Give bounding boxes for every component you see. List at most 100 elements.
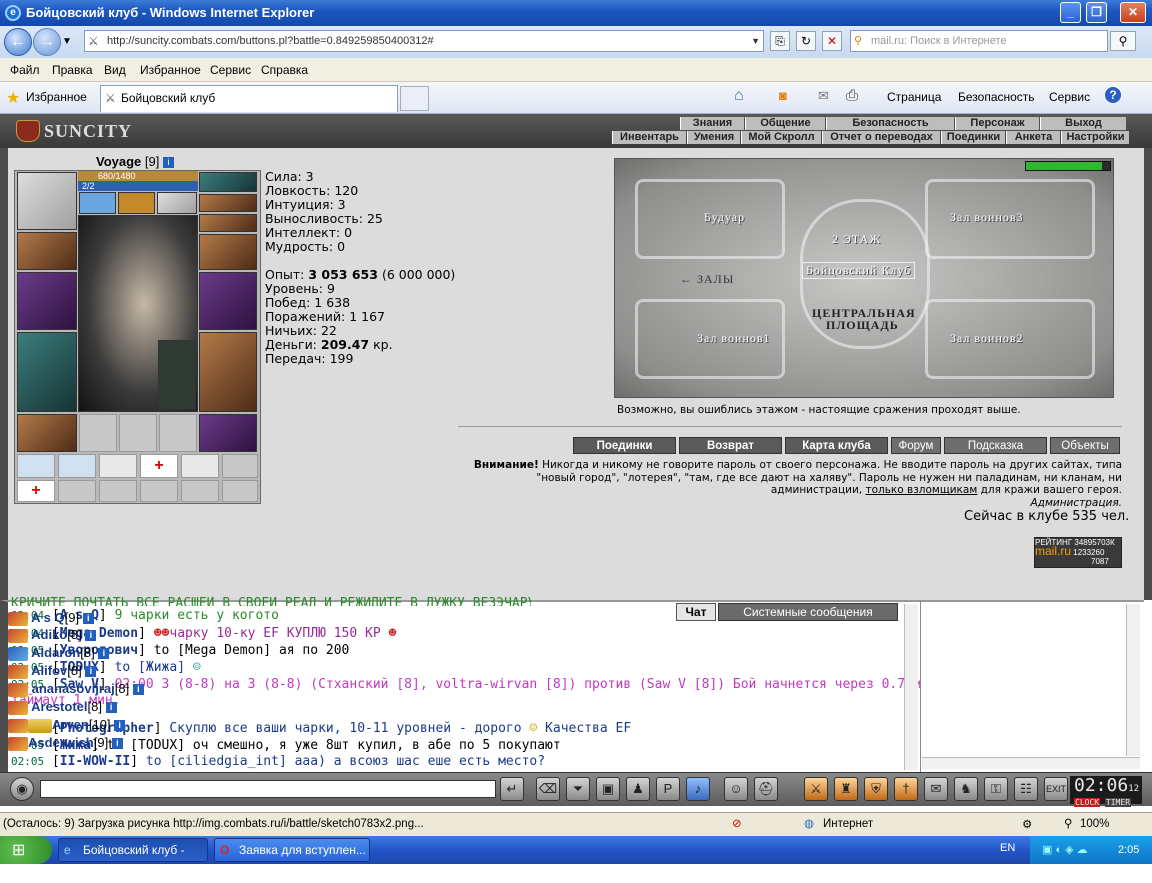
cmd-tools[interactable]: Сервис xyxy=(1049,90,1090,104)
start-button[interactable]: ⊞ xyxy=(0,836,52,864)
nav-knowledge[interactable]: Знания xyxy=(680,117,744,130)
save-log-icon[interactable]: ▣ xyxy=(596,777,620,801)
maximize-button[interactable]: ❐ xyxy=(1086,2,1107,23)
people-icon[interactable]: ☷ xyxy=(1014,777,1038,801)
scroll-slot-8[interactable] xyxy=(58,480,96,502)
scroll-slot-2[interactable] xyxy=(58,454,96,478)
taskbar-opera[interactable]: O Заявка для вступлен... xyxy=(214,838,370,862)
shield-icon[interactable]: ⛨ xyxy=(864,777,888,801)
search-input[interactable]: ⚲ mail.ru: Поиск в Интернете xyxy=(850,30,1108,52)
battles-button[interactable]: Поединки xyxy=(573,437,676,454)
cmd-safety[interactable]: Безопасность xyxy=(958,90,1035,104)
amulet-slot[interactable] xyxy=(199,172,257,192)
room-fight-club[interactable]: Бойцовский Клуб xyxy=(802,262,916,279)
feeds-icon[interactable]: ◙ xyxy=(779,88,787,103)
subnav-skills[interactable]: Умения xyxy=(687,131,740,144)
favorites-star-icon[interactable]: ★ xyxy=(6,88,20,108)
bracers-slot[interactable] xyxy=(17,232,77,270)
ring-slot-row[interactable] xyxy=(199,194,257,212)
subnav-inventory[interactable]: Инвентарь xyxy=(612,131,686,144)
chat-tab[interactable]: Чат xyxy=(676,603,716,621)
nav-character[interactable]: Персонаж xyxy=(955,117,1039,130)
mailru-rating-counter[interactable]: РЕЙТИНГ 34895703К mail.ru 1233260 7087 xyxy=(1034,537,1122,568)
knight-icon[interactable]: ♞ xyxy=(954,777,978,801)
nav-exit[interactable]: Выход xyxy=(1040,117,1126,130)
rune-slot-3[interactable] xyxy=(157,192,197,214)
scroll-slot-12[interactable] xyxy=(222,480,258,502)
room-warriors-1[interactable]: Зал воинов1 xyxy=(697,331,771,346)
online-users-panel[interactable] xyxy=(920,600,1144,772)
scroll-slot-3[interactable] xyxy=(99,454,137,478)
room-halls[interactable]: ← ЗАЛЫ xyxy=(680,272,734,287)
menu-help[interactable]: Справка xyxy=(261,63,308,77)
user-entry[interactable]: Asderwish[9] i xyxy=(8,735,123,751)
return-button[interactable]: Возврат xyxy=(679,437,782,454)
chat-mode-icon[interactable]: ◉ xyxy=(10,777,34,801)
taskbar-ie[interactable]: e Бойцовский клуб - Wi... xyxy=(58,838,208,879)
new-tab-button[interactable] xyxy=(400,86,429,111)
user-entry[interactable]: A s Q[9] i xyxy=(8,610,94,626)
lock-icon[interactable]: ⚿ xyxy=(984,777,1008,801)
blocked-icon[interactable]: ⊘ xyxy=(732,816,742,830)
subnav-profile[interactable]: Анкета xyxy=(1006,131,1060,144)
tray-icons[interactable]: ▣ ◐ ◈ ☁ xyxy=(1042,836,1088,864)
scroll-slot-9[interactable] xyxy=(99,480,137,502)
nav-security[interactable]: Безопасность xyxy=(826,117,954,130)
heal-scroll-slot[interactable]: + xyxy=(140,454,178,478)
ring-slot-row-2[interactable] xyxy=(199,214,257,232)
attack-icon[interactable]: ⚔ xyxy=(804,777,828,801)
system-messages-tab[interactable]: Системные сообщения xyxy=(718,603,898,621)
user-entry[interactable]: Arven[10] i xyxy=(8,717,126,733)
language-indicator[interactable]: EN xyxy=(1000,842,1015,854)
cmd-page[interactable]: Страница xyxy=(887,90,941,104)
weapon-left-slot[interactable] xyxy=(17,272,77,330)
protected-mode-icon[interactable]: ⚙ xyxy=(1022,817,1032,831)
pet-slot[interactable] xyxy=(158,340,196,410)
subnav-transfer-report[interactable]: Отчет о переводах xyxy=(822,131,940,144)
user-entry[interactable]: Arestotel[8] i xyxy=(8,699,117,715)
chat-scrollbar[interactable] xyxy=(904,604,918,770)
send-icon[interactable]: ↵ xyxy=(500,777,524,801)
walk-icon[interactable]: ♟ xyxy=(626,777,650,801)
rune-slot-1[interactable] xyxy=(79,192,116,214)
pants-slot[interactable] xyxy=(199,332,257,412)
print-icon[interactable]: ⎙ xyxy=(846,87,858,104)
user-entry[interactable]: Alifov[8] i xyxy=(8,663,97,679)
minimize-button[interactable]: _ xyxy=(1060,2,1081,23)
zoom-level[interactable]: 100% xyxy=(1080,818,1109,830)
belt-slot[interactable] xyxy=(17,414,77,452)
gloves-slot[interactable] xyxy=(199,234,257,270)
room-floor-2[interactable]: 2 ЭТАЖ xyxy=(832,232,881,247)
address-dropdown-icon[interactable]: ▼ xyxy=(751,31,760,51)
back-button[interactable]: ← xyxy=(4,28,32,56)
smiles-icon[interactable]: ☺ xyxy=(724,777,748,801)
subnav-my-scroll[interactable]: Мой Скролл xyxy=(741,131,821,144)
menu-edit[interactable]: Правка xyxy=(52,63,93,77)
room-warriors-2[interactable]: Зал воинов2 xyxy=(950,331,1024,346)
menu-tools[interactable]: Сервис xyxy=(210,63,251,77)
hint-button[interactable]: Подсказка xyxy=(944,437,1047,454)
favorites-button[interactable]: Избранное xyxy=(26,90,87,104)
helmet-slot[interactable] xyxy=(17,172,77,230)
user-entry[interactable]: Adiko[8] i xyxy=(8,627,97,643)
home-icon[interactable]: ⌂ xyxy=(734,87,744,105)
user-entry[interactable]: ananasovijraj[8] i xyxy=(8,681,144,697)
private-icon[interactable]: P xyxy=(656,777,680,801)
user-entry[interactable]: Aldaron[8] i xyxy=(8,645,110,661)
scroll-slot-1[interactable] xyxy=(17,454,55,478)
forward-button[interactable]: → xyxy=(33,28,61,56)
subnav-battles[interactable]: Поединки xyxy=(941,131,1005,144)
sound-icon[interactable]: ♪ xyxy=(686,777,710,801)
search-icon[interactable]: ⚲ xyxy=(1110,31,1136,51)
club-map-button[interactable]: Карта клуба xyxy=(785,437,888,454)
scroll-slot-6[interactable] xyxy=(222,454,258,478)
scroll-slot-11[interactable] xyxy=(181,480,219,502)
users-hscrollbar[interactable] xyxy=(922,757,1140,769)
exit-button[interactable]: EXIT xyxy=(1044,777,1068,801)
refresh-icon[interactable]: ↻ xyxy=(796,31,816,51)
rune-slot-2[interactable] xyxy=(118,192,155,214)
zoom-icon[interactable]: ⚲ xyxy=(1064,816,1072,830)
objects-button[interactable]: Объекты xyxy=(1050,437,1120,454)
sword-icon[interactable]: † xyxy=(894,777,918,801)
users-scrollbar[interactable] xyxy=(1126,604,1140,756)
